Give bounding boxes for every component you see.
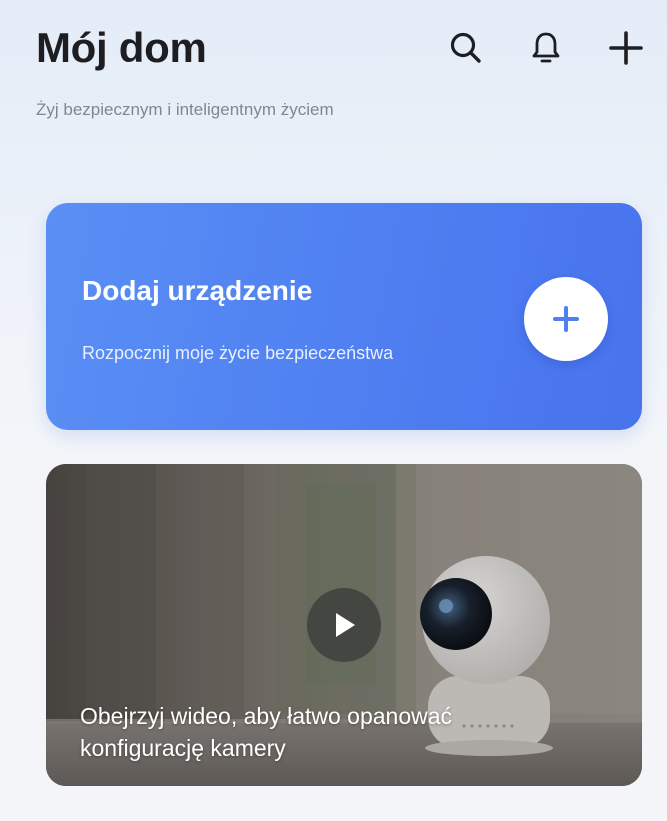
notifications-button[interactable] bbox=[521, 26, 571, 70]
search-icon bbox=[450, 32, 481, 63]
play-button[interactable] bbox=[307, 588, 381, 662]
add-device-subtitle: Rozpocznij moje życie bezpieczeństwa bbox=[82, 343, 394, 363]
home-screen: Mój dom Żyj bezpiecznym i inteligentnym … bbox=[0, 0, 667, 821]
page-title: Mój dom bbox=[36, 24, 207, 71]
page-subtitle: Żyj bezpiecznym i inteligentnym życiem bbox=[36, 100, 334, 119]
add-device-title: Dodaj urządzenie bbox=[82, 275, 313, 306]
header-actions bbox=[411, 26, 651, 70]
camera-setup-video-card[interactable]: Obejrzyj wideo, aby łatwo opanować konfi… bbox=[46, 464, 642, 786]
plus-icon bbox=[609, 31, 643, 65]
bell-icon bbox=[532, 32, 560, 63]
search-button[interactable] bbox=[441, 26, 491, 70]
add-device-card[interactable]: Dodaj urządzenie Rozpocznij moje życie b… bbox=[46, 203, 642, 430]
plus-icon bbox=[553, 306, 579, 332]
add-device-button[interactable] bbox=[524, 277, 608, 361]
video-caption: Obejrzyj wideo, aby łatwo opanować konfi… bbox=[80, 703, 453, 761]
play-icon bbox=[336, 613, 355, 637]
add-button[interactable] bbox=[601, 26, 651, 70]
